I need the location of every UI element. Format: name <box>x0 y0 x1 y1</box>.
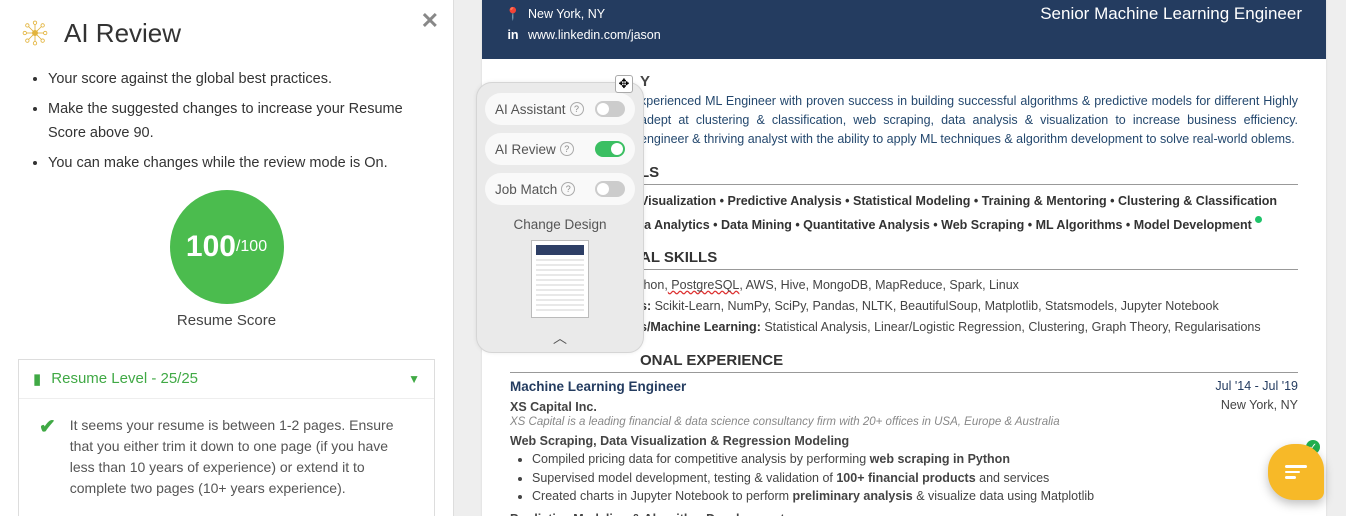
resume-location: New York, NY <box>528 4 605 25</box>
exp-bullet: Compiled pricing data for competitive an… <box>532 450 1298 469</box>
ai-assistant-label: AI Assistant <box>495 102 566 117</box>
exp-subheading: Web Scraping, Data Visualization & Regre… <box>510 434 1298 448</box>
panel-header: AI Review <box>18 16 435 50</box>
spellcheck-underline: PostgreSQL <box>668 278 740 292</box>
instruction-item: Make the suggested changes to increase y… <box>48 98 435 146</box>
tech-line: s/Machine Learning: Statistical Analysis… <box>640 318 1298 337</box>
check-text: It seems your resume is between 1-2 page… <box>70 415 414 499</box>
resume-header: 📍 New York, NY in www.linkedin.com/jason S… <box>482 0 1326 59</box>
document-icon: ▮ <box>33 370 41 388</box>
exp-dates: Jul '14 - Jul '19 <box>1215 379 1298 394</box>
exp-role: Machine Learning Engineer <box>510 379 686 394</box>
ai-review-row[interactable]: AI Review ? <box>485 133 635 165</box>
ai-review-logo-icon <box>18 16 52 50</box>
score-circle: 100/100 <box>170 190 284 304</box>
accordion-header[interactable]: ▮ Resume Level - 25/25 ▼ <box>19 360 434 399</box>
chat-button[interactable] <box>1268 444 1324 500</box>
section-title-summary: Y <box>640 73 1298 90</box>
score-outof: /100 <box>236 238 267 256</box>
resume-job-title: Senior Machine Learning Engineer <box>1040 4 1302 47</box>
close-icon[interactable]: ✕ <box>421 8 439 34</box>
summary-text: xperienced ML Engineer with proven succe… <box>640 92 1298 150</box>
check-item: ✔ It seems your resume is between 1-2 pa… <box>39 415 414 499</box>
tech-line: s: Scikit-Learn, NumPy, SciPy, Pandas, N… <box>640 297 1298 316</box>
resume-contact: 📍 New York, NY in www.linkedin.com/jason <box>506 4 661 47</box>
exp-bullet: Created charts in Jupyter Notebook to pe… <box>532 487 1298 506</box>
chevron-down-icon: ▼ <box>408 372 420 386</box>
section-title-technical: AL SKILLS <box>640 249 1298 266</box>
ai-assistant-toggle[interactable] <box>595 101 625 117</box>
change-design-label: Change Design <box>485 217 635 232</box>
score-label: Resume Score <box>18 312 435 329</box>
exp-bullets: Compiled pricing data for competitive an… <box>532 450 1298 506</box>
job-match-label: Job Match <box>495 182 557 197</box>
divider <box>510 372 1298 373</box>
job-match-toggle[interactable] <box>595 181 625 197</box>
exp-location: New York, NY <box>1221 398 1298 414</box>
resume-level-accordion: ▮ Resume Level - 25/25 ▼ ✔ It seems your… <box>18 359 435 516</box>
section-title-keyskills: LS <box>640 164 1298 181</box>
ai-assistant-row[interactable]: AI Assistant ? <box>485 93 635 125</box>
instruction-item: Your score against the global best pract… <box>48 68 435 92</box>
chat-icon <box>1285 462 1307 482</box>
linkedin-icon: in <box>506 25 520 46</box>
collapse-panel-icon[interactable]: ︿ <box>485 326 635 350</box>
ai-review-label: AI Review <box>495 142 556 157</box>
ai-tool-panel[interactable]: ✥ AI Assistant ? AI Review ? Job Match ?… <box>476 82 644 353</box>
tech-line: thon, PostgreSQL, AWS, Hive, MongoDB, Ma… <box>640 276 1298 295</box>
exp-subheading: Predictive Modeling & Algorithm Developm… <box>510 512 1298 516</box>
divider <box>640 184 1298 185</box>
instruction-item: You can make changes while the review mo… <box>48 152 435 176</box>
design-thumbnail[interactable] <box>531 240 589 318</box>
exp-bullet: Supervised model development, testing & … <box>532 469 1298 488</box>
job-match-row[interactable]: Job Match ? <box>485 173 635 205</box>
divider <box>640 269 1298 270</box>
score-value: 100 <box>186 230 236 264</box>
help-icon[interactable]: ? <box>561 182 575 196</box>
key-skills-line: ta Analytics • Data Mining • Quantitativ… <box>640 215 1298 235</box>
accordion-title: Resume Level - 25/25 <box>51 370 408 387</box>
drag-handle-icon[interactable]: ✥ <box>615 75 633 93</box>
key-skills-line: Visualization • Predictive Analysis • St… <box>640 191 1298 211</box>
exp-company-row: XS Capital Inc. New York, NY <box>510 398 1298 414</box>
cursor-dot-icon <box>1255 216 1262 223</box>
ai-review-panel: ✕ AI Review Your score against the globa… <box>0 0 454 516</box>
section-title-experience: ONAL EXPERIENCE <box>640 352 1298 369</box>
instruction-list: Your score against the global best pract… <box>48 68 435 176</box>
resume-linkedin: www.linkedin.com/jason <box>528 25 661 46</box>
accordion-body: ✔ It seems your resume is between 1-2 pa… <box>19 399 434 516</box>
exp-description: XS Capital is a leading financial & data… <box>510 416 1298 428</box>
panel-title: AI Review <box>64 18 181 49</box>
change-design-section: Change Design <box>485 213 635 326</box>
location-icon: 📍 <box>506 4 520 25</box>
check-icon: ✔ <box>39 415 56 439</box>
help-icon[interactable]: ? <box>560 142 574 156</box>
exp-title-row: Machine Learning Engineer Jul '14 - Jul … <box>510 379 1298 394</box>
ai-review-toggle[interactable] <box>595 141 625 157</box>
exp-company: XS Capital Inc. <box>510 400 597 414</box>
help-icon[interactable]: ? <box>570 102 584 116</box>
